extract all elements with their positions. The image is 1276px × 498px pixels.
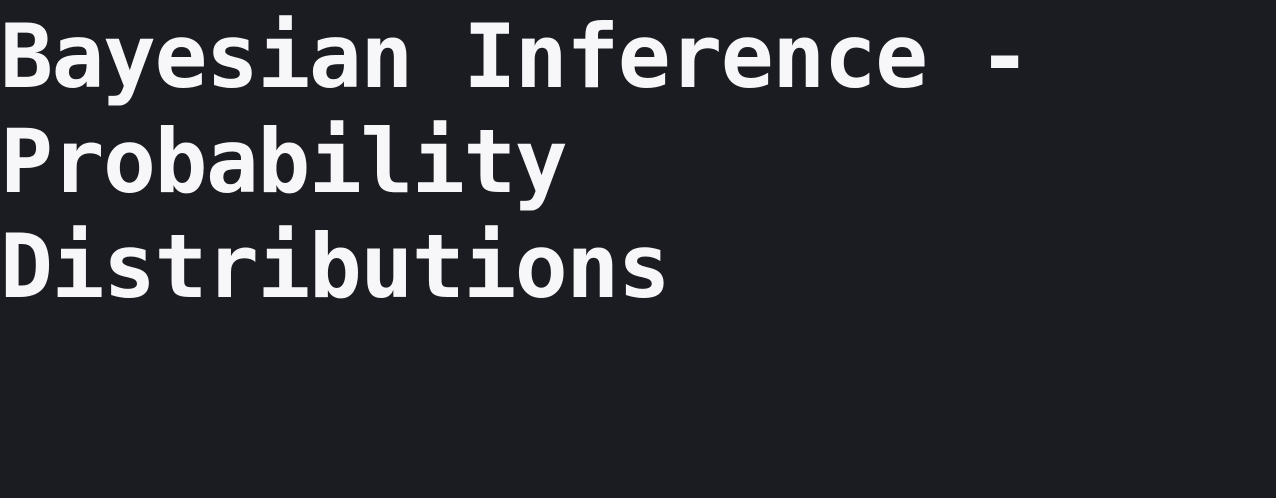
page-title: Bayesian Inference - Probability Distrib…	[0, 4, 1276, 319]
page-title-line-1: Bayesian Inference -	[0, 5, 1031, 108]
page-title-line-3: Distributions	[0, 215, 671, 318]
page-canvas: Bayesian Inference - Probability Distrib…	[0, 0, 1276, 498]
page-title-line-2: Probability	[0, 110, 568, 213]
